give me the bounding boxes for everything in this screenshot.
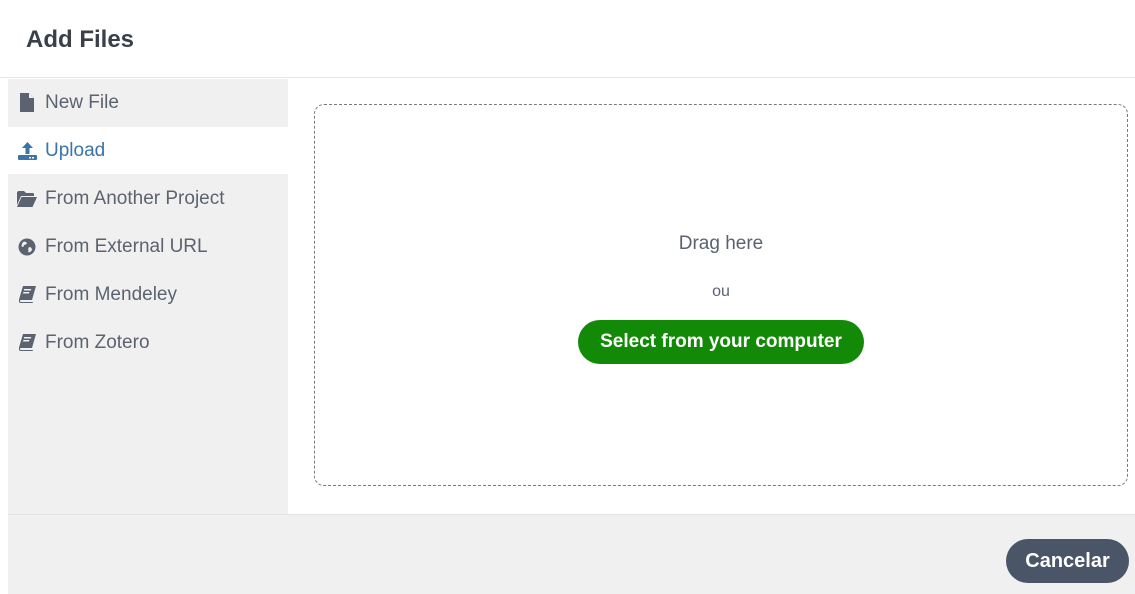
add-files-dialog: Add Files New File Upload From Another P…	[0, 0, 1135, 594]
file-dropzone[interactable]: Drag here ou Select from your computer	[314, 104, 1128, 486]
upload-panel: Drag here ou Select from your computer	[288, 79, 1135, 514]
sidebar-item-label: From External URL	[45, 235, 208, 257]
sidebar-item-mendeley[interactable]: From Mendeley	[8, 271, 288, 318]
sidebar-item-zotero[interactable]: From Zotero	[8, 319, 288, 366]
sidebar-item-new-file[interactable]: New File	[8, 79, 288, 126]
sidebar-item-upload[interactable]: Upload	[8, 127, 288, 174]
drag-here-text: Drag here	[678, 233, 764, 254]
cancel-button[interactable]: Cancelar	[1006, 539, 1129, 583]
sidebar-item-external-url[interactable]: From External URL	[8, 223, 288, 270]
folder-open-icon	[17, 189, 37, 209]
sidebar-item-label: From Zotero	[45, 331, 150, 353]
dialog-title: Add Files	[26, 26, 135, 53]
sidebar-item-another-project[interactable]: From Another Project	[8, 175, 288, 222]
sidebar-item-label: From Another Project	[45, 187, 225, 209]
or-text: ou	[712, 283, 730, 300]
source-sidebar: New File Upload From Another Project Fro…	[8, 79, 288, 514]
upload-icon	[17, 141, 37, 161]
file-icon	[17, 93, 37, 113]
book-icon	[17, 333, 37, 353]
book-icon	[17, 285, 37, 305]
select-from-computer-button[interactable]: Select from your computer	[578, 320, 864, 364]
sidebar-item-label: New File	[45, 91, 119, 113]
sidebar-item-label: Upload	[45, 139, 106, 161]
dialog-footer: Cancelar	[8, 514, 1135, 594]
globe-icon	[17, 237, 37, 257]
dialog-header: Add Files	[0, 0, 1135, 78]
sidebar-item-label: From Mendeley	[45, 283, 177, 305]
